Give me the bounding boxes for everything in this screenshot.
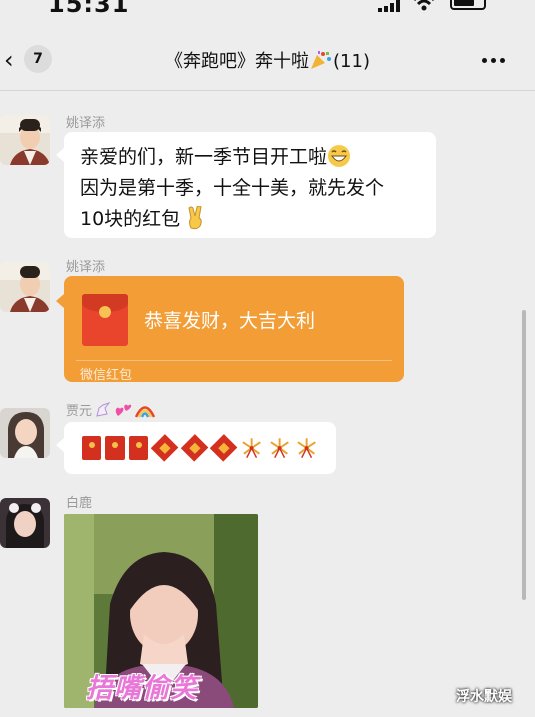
red-envelope-icon	[128, 436, 149, 460]
firework-icon	[242, 438, 262, 459]
grin-emoji-icon	[328, 145, 351, 167]
sender-name: 贾元	[66, 404, 93, 419]
avatar[interactable]	[0, 262, 50, 312]
sticker-caption: 捂嘴偷笑	[86, 673, 198, 704]
red-envelope-icon	[82, 436, 102, 460]
scrollbar[interactable]	[522, 310, 526, 600]
red-envelope-icon	[105, 436, 125, 460]
avatar[interactable]	[0, 498, 50, 548]
fu-diamond-icon	[180, 434, 209, 462]
sender-name: 姚译添	[66, 260, 106, 275]
fu-diamond-icon	[209, 434, 238, 462]
sender-name-row: 贾元	[66, 400, 156, 419]
message-line: 亲爱的们，新一季节目开工啦	[80, 142, 420, 173]
unicorn-emoji-icon	[96, 401, 111, 417]
chat-header: ‹ 7 《奔跑吧》奔十啦 (11)	[0, 38, 535, 86]
sticker-image[interactable]: 捂嘴偷笑	[64, 514, 258, 708]
red-packet-divider	[76, 360, 392, 361]
red-packet-label: 微信红包	[80, 368, 133, 383]
watermark: 浮水默娱	[456, 689, 512, 705]
status-time: 15:31	[48, 0, 130, 18]
signal-icon	[378, 0, 400, 12]
member-count: (11)	[333, 51, 370, 72]
hearts-emoji-icon	[115, 404, 132, 416]
avatar[interactable]	[0, 408, 50, 458]
battery-icon	[450, 0, 486, 10]
header-divider	[0, 90, 535, 91]
group-name: 《奔跑吧》奔十啦	[165, 51, 310, 72]
message-line: 因为是第十季，十全十美，就先发个	[80, 177, 385, 199]
rainbow-emoji-icon	[135, 405, 156, 418]
victory-hand-icon	[188, 205, 202, 230]
status-bar: 15:31	[0, 0, 535, 18]
fu-diamond-icon	[150, 434, 179, 462]
wifi-icon	[414, 0, 434, 11]
firework-icon	[297, 438, 316, 459]
firework-icon	[269, 438, 289, 459]
avatar[interactable]	[0, 115, 50, 165]
message-line: 10块的红包	[80, 204, 420, 235]
emoji-row	[82, 434, 318, 462]
red-packet-message[interactable]: 恭喜发财，大吉大利 微信红包	[56, 276, 404, 383]
sender-name: 白鹿	[66, 496, 93, 511]
more-dots-icon[interactable]	[482, 58, 510, 64]
red-packet-greeting: 恭喜发财，大吉大利	[144, 310, 316, 332]
chat-title[interactable]: 《奔跑吧》奔十啦 (11)	[0, 47, 535, 73]
emoji-message-bubble[interactable]	[56, 422, 336, 474]
red-envelope-icon	[82, 294, 128, 346]
party-popper-icon	[311, 51, 332, 69]
message-bubble[interactable]: 亲爱的们，新一季节目开工啦 因为是第十季，十全十美，就先发个 10块的红包	[56, 132, 436, 238]
sender-name: 姚译添	[66, 116, 106, 131]
